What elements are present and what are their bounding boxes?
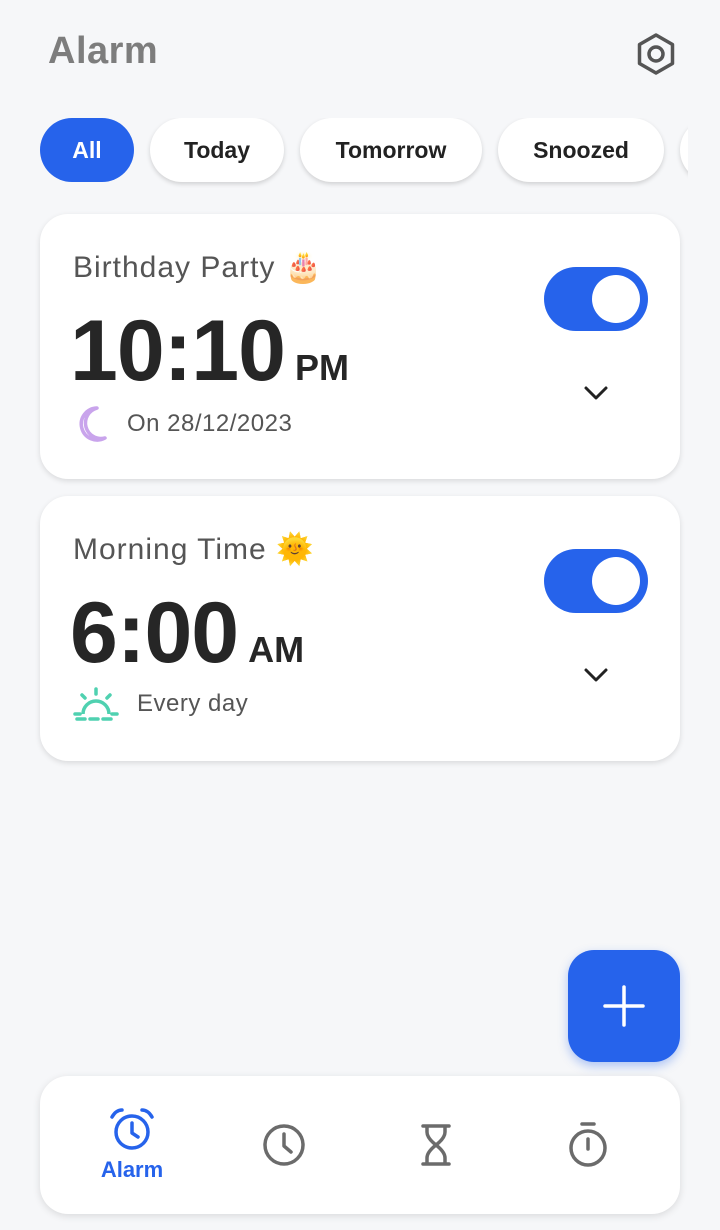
nav-item-alarm[interactable]: Alarm <box>72 1076 192 1214</box>
filter-chip-tomorrow[interactable]: Tomorrow <box>300 118 482 182</box>
page-title: Alarm <box>48 30 159 72</box>
bottom-nav: Alarm <box>40 1076 680 1214</box>
nav-item-timer[interactable] <box>376 1076 496 1214</box>
alarm-time-value: 6:00 <box>70 585 239 681</box>
filter-chip-all[interactable]: All <box>40 118 134 182</box>
hourglass-icon <box>421 1124 451 1166</box>
alarm-time-value: 10:10 <box>70 303 286 399</box>
plus-icon <box>603 985 645 1027</box>
stopwatch-icon <box>569 1122 607 1167</box>
clock-icon <box>263 1124 305 1166</box>
toggle-knob <box>592 275 640 323</box>
alarm-label: Birthday Party <box>73 251 276 284</box>
expand-button[interactable] <box>576 378 616 408</box>
alarm-time: 6:00 AM <box>70 584 304 683</box>
moon-icon <box>79 406 107 442</box>
alarm-schedule: Every day <box>73 686 248 722</box>
alarm-schedule-text: Every day <box>137 690 249 717</box>
alarm-clock-icon <box>110 1108 154 1150</box>
expand-button[interactable] <box>576 660 616 690</box>
sunrise-icon <box>73 687 119 721</box>
alarm-card[interactable]: Birthday Party 🎂 10:10 PM On 28/12/2023 <box>40 214 680 479</box>
add-alarm-button[interactable] <box>568 950 680 1062</box>
alarm-label-row: Birthday Party 🎂 <box>73 250 323 285</box>
nav-item-clock[interactable] <box>224 1076 344 1214</box>
chevron-down-icon <box>584 668 608 682</box>
alarm-card[interactable]: Morning Time 🌞 6:00 AM Every day <box>40 496 680 761</box>
filter-chip-today[interactable]: Today <box>150 118 284 182</box>
toggle-knob <box>592 557 640 605</box>
alarm-period: PM <box>294 347 349 388</box>
alarm-schedule-text: On 28/12/2023 <box>127 410 293 437</box>
filter-chips: All Today Tomorrow Snoozed <box>40 118 688 188</box>
alarm-emoji: 🎂 <box>284 251 324 284</box>
alarm-toggle[interactable] <box>544 549 648 613</box>
settings-button[interactable] <box>630 28 682 80</box>
alarm-label-row: Morning Time 🌞 <box>73 532 314 567</box>
alarm-emoji: 🌞 <box>276 533 315 566</box>
settings-icon <box>637 33 675 75</box>
alarm-period: AM <box>248 629 305 670</box>
nav-item-stopwatch[interactable] <box>528 1076 648 1214</box>
alarm-label: Morning Time <box>73 533 267 566</box>
chevron-down-icon <box>584 386 608 400</box>
filter-chip-snoozed[interactable]: Snoozed <box>498 118 664 182</box>
filter-chip-more[interactable] <box>680 118 688 182</box>
alarm-schedule: On 28/12/2023 <box>73 404 292 444</box>
alarm-time: 10:10 PM <box>70 302 349 401</box>
nav-label-alarm: Alarm <box>100 1157 164 1182</box>
alarm-toggle[interactable] <box>544 267 648 331</box>
